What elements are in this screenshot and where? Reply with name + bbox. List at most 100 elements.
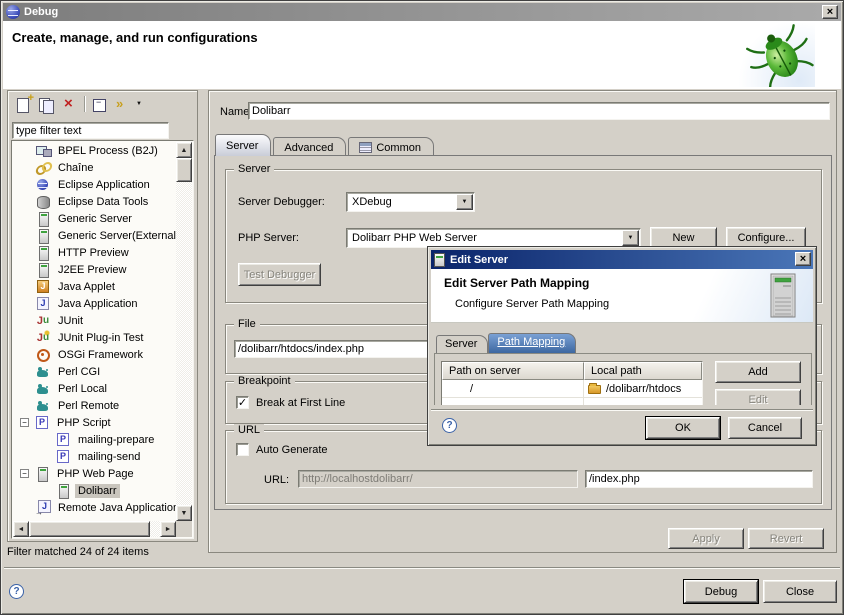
tree-item-http-preview[interactable]: HTTP Preview (13, 244, 176, 261)
help-icon[interactable]: ? (9, 584, 24, 599)
local-path-cell[interactable]: /dolibarr/htdocs (584, 380, 702, 397)
tab-server[interactable]: Server (215, 134, 271, 156)
tree-item-generic-server-external[interactable]: Generic Server(External La (13, 227, 176, 244)
apply-button[interactable]: Apply (668, 528, 744, 549)
banner: Create, manage, and run configurations (3, 21, 841, 89)
server-debugger-select[interactable]: XDebug ▼ (346, 192, 475, 212)
dialog-button-bar: ? OK Cancel (431, 409, 813, 442)
close-button[interactable]: Close (763, 580, 837, 603)
scroll-right-icon[interactable]: ► (160, 521, 176, 537)
tree-item-java-applet[interactable]: Java Applet (13, 278, 176, 295)
delete-icon[interactable] (60, 96, 80, 114)
folder-icon (588, 385, 601, 394)
url-path-input[interactable] (585, 470, 813, 488)
window-close-icon[interactable]: × (822, 5, 838, 19)
filter-icon[interactable] (114, 96, 134, 114)
tree-item-mailing-send[interactable]: mailing-send (13, 448, 176, 465)
server-debugger-label: Server Debugger: (238, 196, 325, 208)
column-path-on-server[interactable]: Path on server (442, 362, 584, 380)
add-mapping-button[interactable]: Add (715, 361, 801, 383)
tree-item-php-web-page[interactable]: −PHP Web Page (13, 465, 176, 482)
filter-menu-caret-icon[interactable] (132, 96, 152, 114)
collapse-all-icon[interactable] (90, 96, 110, 114)
vertical-scroll-thumb[interactable] (176, 158, 192, 182)
new-configuration-icon[interactable] (14, 96, 34, 114)
tree-item-mailing-prepare[interactable]: mailing-prepare (13, 431, 176, 448)
php-server-select[interactable]: Dolibarr PHP Web Server ▼ (346, 228, 641, 248)
tree-item-generic-server[interactable]: Generic Server (13, 210, 176, 227)
tree-item-perl-cgi[interactable]: Perl CGI (13, 363, 176, 380)
scroll-down-icon[interactable]: ▼ (176, 505, 192, 521)
perl-icon (35, 381, 51, 396)
tree-item-junit-plugin-test[interactable]: JUnit Plug-in Test (13, 329, 176, 346)
php-icon (34, 415, 50, 430)
path-on-server-cell[interactable]: / (442, 380, 584, 397)
filter-input[interactable] (12, 122, 169, 139)
tree-item-bpel-process[interactable]: BPEL Process (B2J) (13, 142, 176, 159)
tab-strip: Server Advanced Common (215, 134, 436, 156)
tree-item-eclipse-data-tools[interactable]: Eclipse Data Tools (13, 193, 176, 210)
tree-item-junit[interactable]: JUnit (13, 312, 176, 329)
tree-vertical-scrollbar[interactable]: ▲ ▼ (176, 142, 192, 521)
tree-item-remote-java-application[interactable]: Remote Java Application (13, 499, 176, 516)
server-icon (35, 262, 51, 277)
tab-advanced[interactable]: Advanced (273, 137, 346, 156)
server-icon (55, 483, 71, 498)
dialog-tab-path-mapping[interactable]: Path Mapping (488, 333, 576, 354)
database-icon (35, 194, 51, 209)
tree-item-perl-remote[interactable]: Perl Remote (13, 397, 176, 414)
table-header-row: Path on server Local path (442, 362, 702, 380)
test-debugger-button[interactable]: Test Debugger (238, 263, 321, 286)
dialog-subheading: Configure Server Path Mapping (455, 298, 609, 310)
new-server-button[interactable]: New (650, 227, 717, 248)
remote-java-icon (35, 500, 51, 515)
dialog-heading: Edit Server Path Mapping (444, 276, 589, 290)
tree-item-j2ee-preview[interactable]: J2EE Preview (13, 261, 176, 278)
tree-item-php-script[interactable]: −PHP Script (13, 414, 176, 431)
configure-server-button[interactable]: Configure... (726, 227, 806, 248)
break-first-line-checkbox[interactable]: ✓ (236, 396, 249, 409)
file-group-legend: File (234, 318, 260, 330)
scroll-left-icon[interactable]: ◄ (13, 521, 29, 537)
duplicate-icon[interactable] (37, 96, 57, 114)
collapse-toggle-icon[interactable]: − (20, 418, 29, 427)
dialog-close-icon[interactable]: × (795, 252, 811, 266)
url-group-legend: URL (234, 424, 264, 436)
tree-item-eclipse-application[interactable]: Eclipse Application (13, 176, 176, 193)
footer-separator (4, 567, 840, 569)
scroll-up-icon[interactable]: ▲ (176, 142, 192, 158)
server-group-legend: Server (234, 163, 274, 175)
column-local-path[interactable]: Local path (584, 362, 702, 380)
cancel-button[interactable]: Cancel (728, 417, 802, 439)
tree-horizontal-scrollbar[interactable]: ◄ ► (13, 521, 176, 537)
ok-button[interactable]: OK (646, 417, 720, 439)
tree-item-chaine[interactable]: Chaîne (13, 159, 176, 176)
name-input[interactable] (248, 102, 830, 120)
tree-item-java-application[interactable]: Java Application (13, 295, 176, 312)
configurations-sidebar: BPEL Process (B2J) Chaîne Eclipse Applic… (7, 90, 198, 542)
toolbar-separator (84, 96, 85, 112)
path-mapping-tab-content: Path on server Local path / /dolibarr/ht… (434, 353, 812, 405)
url-input[interactable] (298, 470, 578, 488)
tree-item-dolibarr[interactable]: Dolibarr (13, 482, 176, 499)
chevron-down-icon[interactable]: ▼ (456, 194, 473, 210)
help-icon[interactable]: ? (442, 418, 457, 433)
revert-button[interactable]: Revert (748, 528, 824, 549)
server-icon (35, 245, 51, 260)
collapse-toggle-icon[interactable]: − (20, 469, 29, 478)
horizontal-scroll-thumb[interactable] (29, 521, 150, 537)
window-titlebar[interactable]: Debug × (3, 3, 841, 21)
server-icon (34, 466, 50, 481)
tree-item-osgi-framework[interactable]: OSGi Framework (13, 346, 176, 363)
table-row[interactable]: / /dolibarr/htdocs (442, 380, 702, 398)
dialog-tab-server[interactable]: Server (436, 335, 488, 354)
dialog-titlebar[interactable]: Edit Server × (431, 250, 813, 269)
tab-common[interactable]: Common (348, 137, 434, 156)
server-icon (35, 211, 51, 226)
table-row-empty[interactable] (442, 398, 702, 405)
tree-item-perl-local[interactable]: Perl Local (13, 380, 176, 397)
auto-generate-checkbox[interactable] (236, 443, 249, 456)
debug-button[interactable]: Debug (684, 580, 758, 603)
chevron-down-icon[interactable]: ▼ (622, 230, 639, 246)
edit-mapping-button[interactable]: Edit (715, 389, 801, 405)
